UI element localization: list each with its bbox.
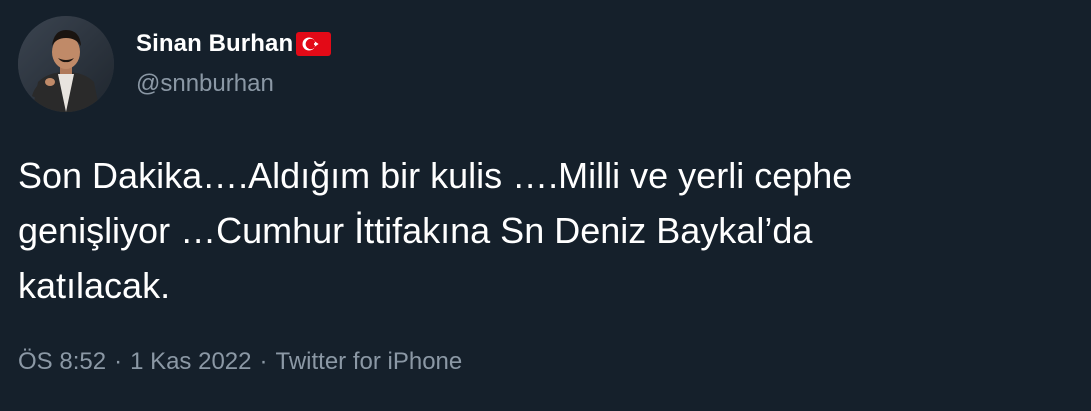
tweet-source[interactable]: Twitter for iPhone: [276, 348, 463, 376]
tweet-text-line: genişliyor …Cumhur İttifakına Sn Deniz B…: [18, 210, 813, 251]
tweet-card: Sinan Burhan @snnburhan Son Dakika….Aldı…: [0, 0, 1091, 411]
display-name[interactable]: Sinan Burhan: [136, 30, 293, 58]
avatar-photo: [18, 16, 114, 112]
tweet-text: Son Dakika….Aldığım bir kulis ….Milli ve…: [18, 148, 1058, 313]
tweet-text-line: Son Dakika….Aldığım bir kulis ….Milli ve…: [18, 155, 853, 196]
tweet-text-line: katılacak.: [18, 265, 171, 306]
meta-separator: ·: [259, 348, 268, 375]
avatar[interactable]: [18, 16, 114, 112]
name-row: Sinan Burhan: [136, 28, 332, 60]
tweet-date[interactable]: 1 Kas 2022: [130, 348, 251, 376]
turkey-flag-icon: [296, 32, 332, 56]
tweet-meta: ÖS 8:52 · 1 Kas 2022 · Twitter for iPhon…: [18, 348, 462, 376]
meta-separator: ·: [114, 348, 123, 375]
tweet-time[interactable]: ÖS 8:52: [18, 348, 106, 376]
user-handle[interactable]: @snnburhan: [136, 70, 274, 98]
